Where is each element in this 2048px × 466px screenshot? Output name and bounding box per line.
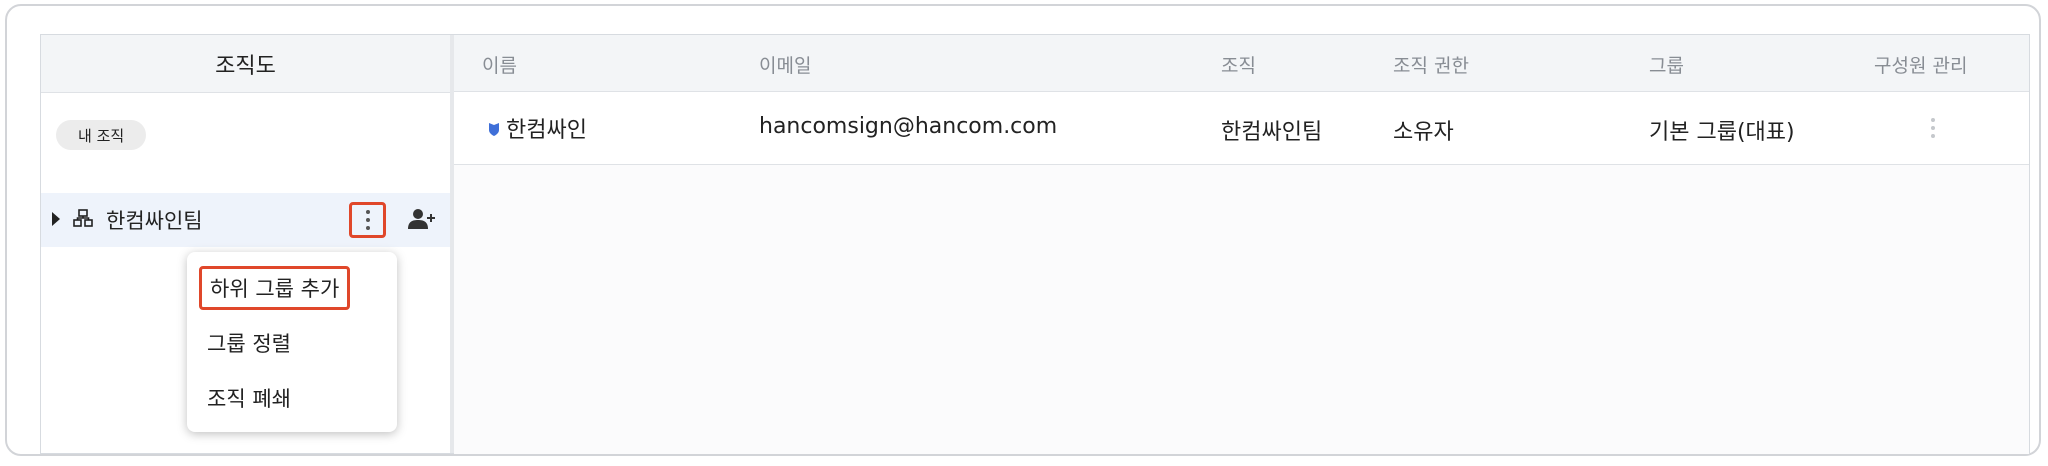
- column-header-name: 이름: [482, 55, 517, 77]
- table-header: 이름 이메일 조직 조직 권한 그룹 구성원 관리: [454, 35, 2029, 92]
- column-header-org-role: 조직 권한: [1393, 55, 1469, 77]
- column-header-member-manage: 구성원 관리: [1874, 55, 1968, 77]
- org-tree-item[interactable]: 한컴싸인팀: [41, 193, 450, 247]
- org-context-menu: 하위 그룹 추가 그룹 정렬 조직 폐쇄: [187, 252, 397, 432]
- member-email: hancomsign@hancom.com: [759, 114, 1058, 139]
- menu-item-close-org[interactable]: 조직 폐쇄: [207, 383, 291, 413]
- member-more-button[interactable]: [1931, 118, 1935, 138]
- caret-right-icon[interactable]: [52, 212, 60, 226]
- table-row[interactable]: 한컴싸인 hancomsign@hancom.com 한컴싸인팀 소유자 기본 …: [454, 92, 2029, 165]
- member-org: 한컴싸인팀: [1221, 120, 1323, 145]
- org-tree-title: 조직도: [41, 35, 450, 93]
- member-org-role: 소유자: [1393, 120, 1454, 145]
- column-header-email: 이메일: [759, 55, 812, 77]
- org-management-panel: 조직도 내 조직 한컴싸인팀 하위 그룹 추가 그룹 정렬 조직 폐쇄 이름 이…: [40, 34, 2030, 454]
- person-add-icon[interactable]: [408, 208, 436, 234]
- menu-item-sort-groups[interactable]: 그룹 정렬: [207, 328, 291, 358]
- screenshot-frame: 조직도 내 조직 한컴싸인팀 하위 그룹 추가 그룹 정렬 조직 폐쇄 이름 이…: [5, 4, 2041, 456]
- org-chart-icon: [73, 209, 93, 231]
- member-group: 기본 그룹(대표): [1649, 120, 1795, 145]
- table-empty-area: [454, 165, 2029, 454]
- org-tree-panel: 조직도 내 조직 한컴싸인팀 하위 그룹 추가 그룹 정렬 조직 폐쇄: [41, 35, 454, 453]
- menu-item-add-subgroup[interactable]: 하위 그룹 추가: [199, 266, 351, 310]
- column-header-group: 그룹: [1649, 55, 1684, 77]
- org-tree-item-label: 한컴싸인팀: [106, 209, 203, 233]
- shield-icon: [488, 122, 500, 141]
- member-name: 한컴싸인: [506, 118, 587, 143]
- member-table: 이름 이메일 조직 조직 권한 그룹 구성원 관리 한컴싸인 hancomsig…: [454, 35, 2029, 454]
- column-header-org: 조직: [1221, 55, 1256, 77]
- org-more-button[interactable]: [349, 202, 386, 238]
- my-org-chip[interactable]: 내 조직: [56, 120, 147, 150]
